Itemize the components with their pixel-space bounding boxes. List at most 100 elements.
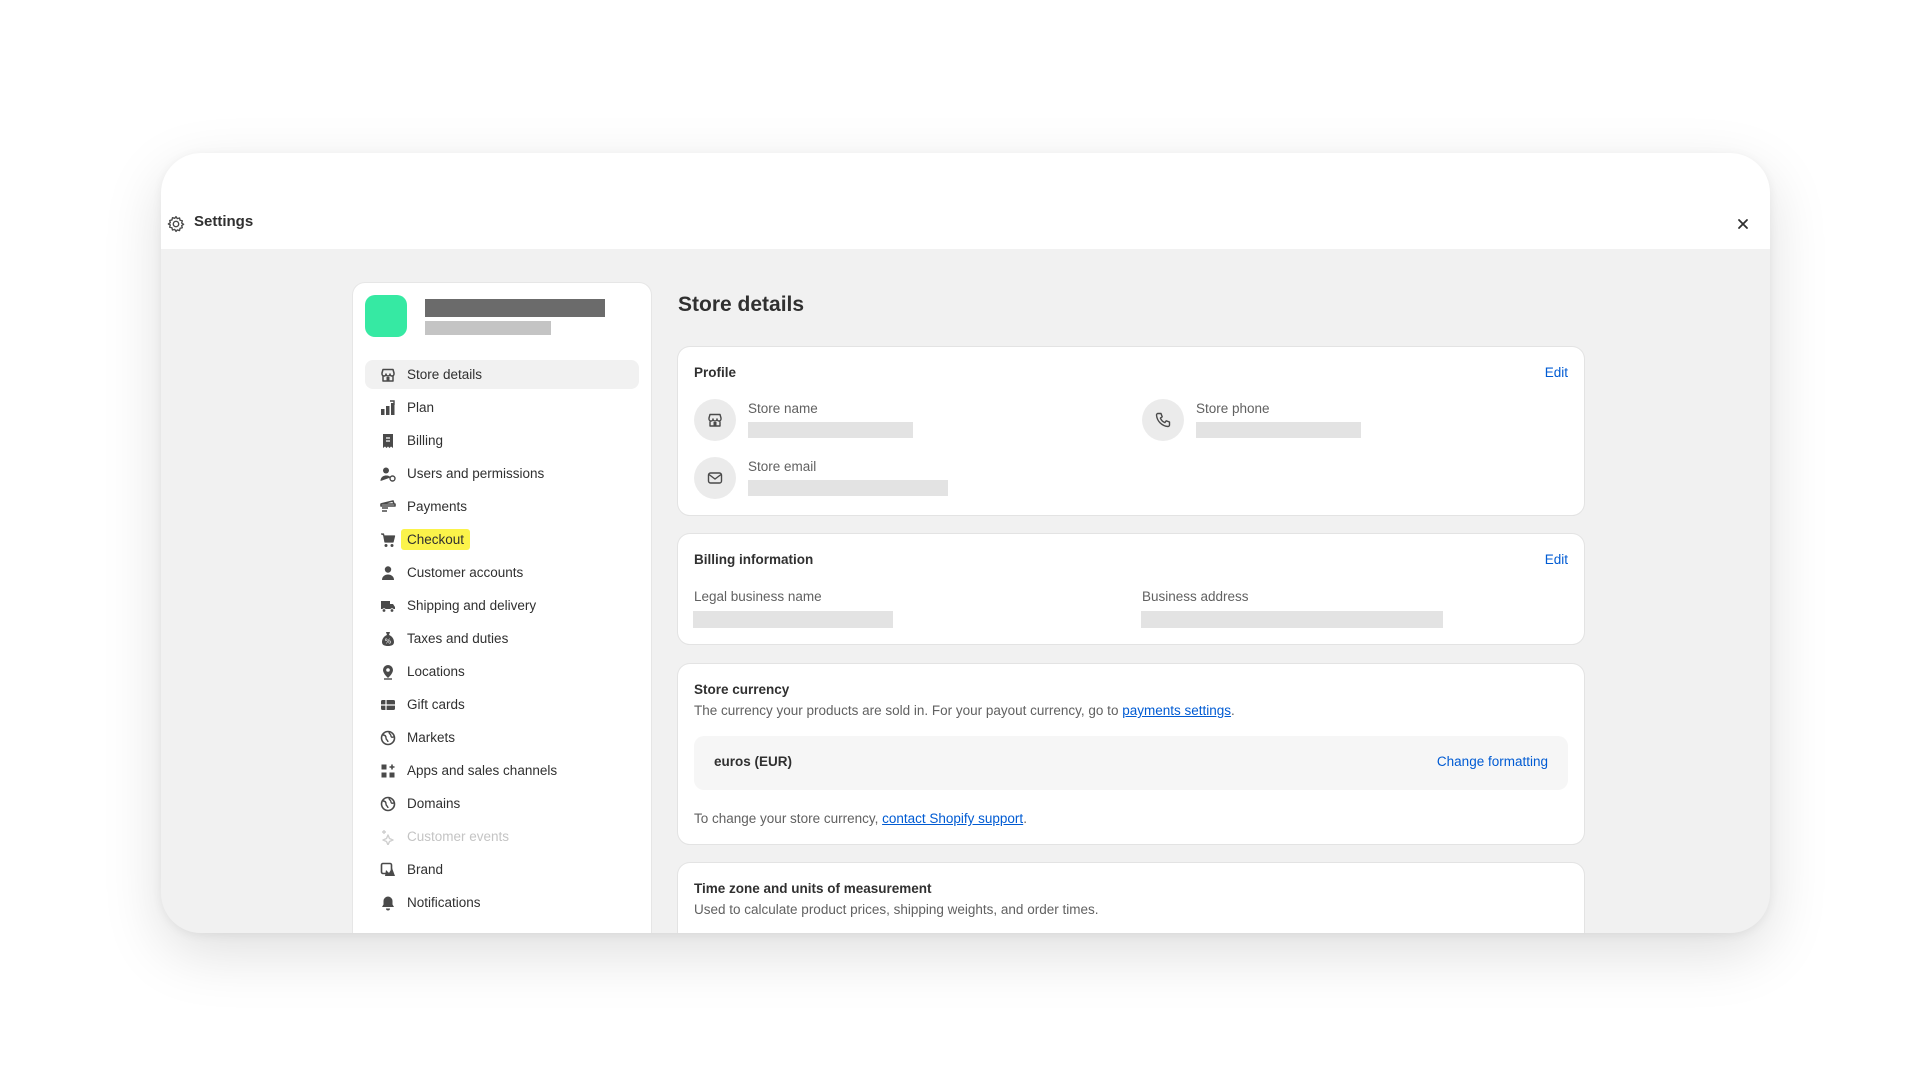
users-icon (379, 465, 397, 483)
settings-nav: Store details Plan Billing Users and per… (365, 360, 639, 921)
store-icon (379, 366, 397, 384)
sidebar-item-taxes[interactable]: % Taxes and duties (365, 624, 639, 653)
sidebar-item-domains[interactable]: Domains (365, 789, 639, 818)
store-avatar (365, 295, 407, 337)
sidebar-item-customer-accounts[interactable]: Customer accounts (365, 558, 639, 587)
business-address-label: Business address (1142, 589, 1249, 604)
sidebar-item-label: Customer accounts (407, 565, 524, 580)
close-button[interactable] (1734, 215, 1752, 233)
store-switcher[interactable] (365, 295, 639, 339)
location-icon (379, 663, 397, 681)
currency-desc-suffix: . (1231, 703, 1235, 718)
globe-icon (379, 795, 397, 813)
billing-card-title: Billing information (694, 552, 814, 567)
store-name-placeholder (425, 299, 605, 317)
store-email-label: Store email (748, 459, 817, 474)
sidebar-item-label: Store details (407, 367, 483, 382)
sidebar-item-label: Markets (407, 730, 456, 745)
sidebar-item-checkout[interactable]: Checkout (365, 525, 639, 554)
currency-footer-suffix: . (1023, 811, 1027, 826)
currency-description: The currency your products are sold in. … (694, 703, 1235, 718)
store-url-placeholder (425, 321, 551, 335)
business-address-placeholder (1141, 611, 1443, 628)
settings-sidebar: Store details Plan Billing Users and per… (353, 283, 651, 933)
store-phone-placeholder (1196, 422, 1361, 438)
sidebar-item-markets[interactable]: Markets (365, 723, 639, 752)
profile-edit-link[interactable]: Edit (1545, 365, 1568, 380)
page-title: Store details (678, 293, 805, 316)
brand-icon (379, 861, 397, 879)
store-phone-field: Store phone (1142, 399, 1442, 441)
cart-icon (379, 531, 397, 549)
tax-icon: % (379, 630, 397, 648)
sidebar-item-label: Billing (407, 433, 444, 448)
sidebar-item-store-details[interactable]: Store details (365, 360, 639, 389)
currency-footer: To change your store currency, contact S… (694, 811, 1027, 826)
store-phone-label: Store phone (1196, 401, 1270, 416)
store-name-field: Store name (694, 399, 994, 441)
store-email-field: Store email (694, 457, 994, 499)
legal-name-placeholder (693, 611, 893, 628)
sidebar-item-apps[interactable]: Apps and sales channels (365, 756, 639, 785)
truck-icon (379, 597, 397, 615)
store-name-label: Store name (748, 401, 818, 416)
store-email-placeholder (748, 480, 948, 496)
close-icon (1738, 219, 1748, 229)
sidebar-item-locations[interactable]: Locations (365, 657, 639, 686)
profile-card: Profile Edit Store name Store phone Stor… (678, 347, 1584, 515)
timezone-card: Time zone and units of measurement Used … (678, 863, 1584, 933)
settings-window: Settings Store details Plan Billing User… (161, 153, 1770, 933)
billing-card: Billing information Edit Legal business … (678, 534, 1584, 644)
legal-name-label: Legal business name (694, 589, 822, 604)
payments-icon (379, 498, 397, 516)
currency-footer-text: To change your store currency, (694, 811, 883, 826)
sidebar-item-payments[interactable]: Payments (365, 492, 639, 521)
sidebar-item-users[interactable]: Users and permissions (365, 459, 639, 488)
sidebar-item-billing[interactable]: Billing (365, 426, 639, 455)
sidebar-item-label: Payments (407, 499, 468, 514)
timezone-card-title: Time zone and units of measurement (694, 881, 932, 896)
contact-support-link[interactable]: contact Shopify support (882, 811, 1023, 826)
sidebar-item-gift-cards[interactable]: Gift cards (365, 690, 639, 719)
sidebar-item-label: Notifications (407, 895, 481, 910)
sidebar-item-label: Brand (407, 862, 444, 877)
sidebar-item-label: Plan (407, 400, 435, 415)
plan-icon (379, 399, 397, 417)
globe-icon (379, 729, 397, 747)
sidebar-item-label: Locations (407, 664, 465, 679)
sidebar-item-notifications[interactable]: Notifications (365, 888, 639, 917)
sidebar-item-label: Gift cards (407, 697, 465, 712)
sidebar-item-label: Customer events (407, 829, 510, 844)
titlebar: Settings (161, 153, 1770, 249)
sidebar-item-label: Checkout (401, 529, 471, 550)
mail-icon (694, 457, 736, 499)
sidebar-item-shipping[interactable]: Shipping and delivery (365, 591, 639, 620)
sidebar-item-label: Apps and sales channels (407, 763, 558, 778)
currency-desc-text: The currency your products are sold in. … (694, 703, 1123, 718)
sidebar-item-label: Users and permissions (407, 466, 545, 481)
sparkle-icon (379, 828, 397, 846)
sidebar-item-customer-events[interactable]: Customer events (365, 822, 639, 851)
profile-card-title: Profile (694, 365, 737, 380)
sidebar-item-plan[interactable]: Plan (365, 393, 639, 422)
store-icon (694, 399, 736, 441)
window-title: Settings (194, 213, 254, 230)
currency-value: euros (EUR) (714, 754, 793, 769)
svg-text:%: % (385, 637, 392, 645)
billing-icon (379, 432, 397, 450)
bell-icon (379, 894, 397, 912)
sidebar-item-label: Shipping and delivery (407, 598, 537, 613)
payments-settings-link[interactable]: payments settings (1122, 703, 1231, 718)
store-name-placeholder (748, 422, 913, 438)
person-icon (379, 564, 397, 582)
currency-card-title: Store currency (694, 682, 790, 697)
sidebar-item-brand[interactable]: Brand (365, 855, 639, 884)
timezone-description: Used to calculate product prices, shippi… (694, 902, 1099, 917)
gift-card-icon (379, 696, 397, 714)
store-currency-card: Store currency The currency your product… (678, 664, 1584, 844)
phone-icon (1142, 399, 1184, 441)
change-formatting-link[interactable]: Change formatting (1437, 754, 1548, 769)
currency-box: euros (EUR) Change formatting (694, 736, 1568, 790)
billing-edit-link[interactable]: Edit (1545, 552, 1568, 567)
apps-icon (379, 762, 397, 780)
